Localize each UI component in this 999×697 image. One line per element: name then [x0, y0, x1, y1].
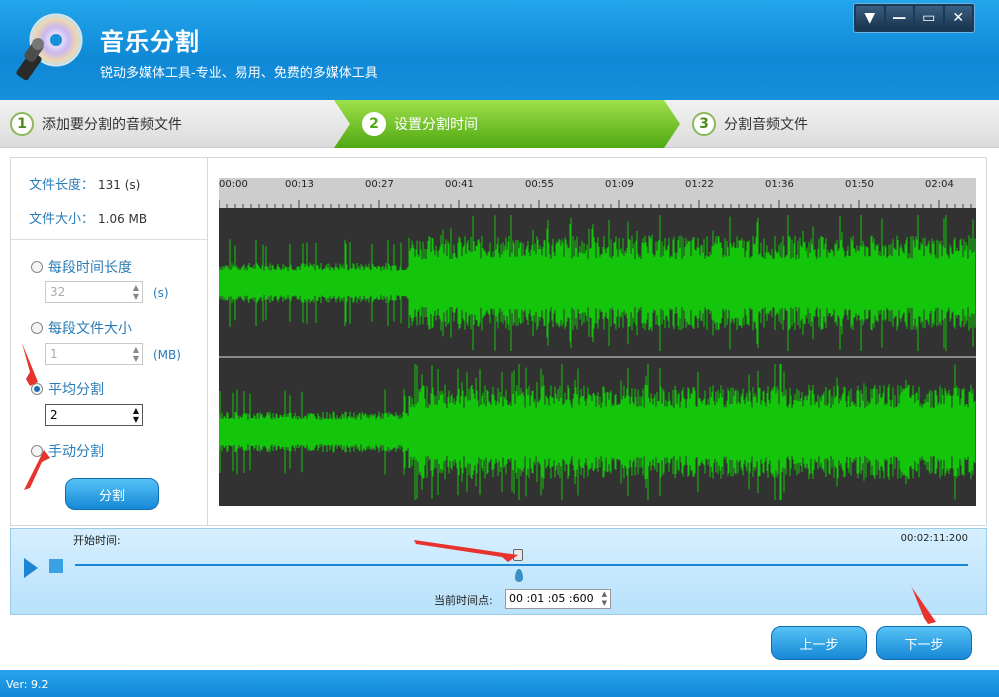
radio-per-time[interactable] [31, 261, 43, 273]
per-size-input[interactable]: 1 ▲ ▼ [45, 343, 143, 365]
file-info: 文件长度： 131 (s) 文件大小： 1.06 MB [11, 158, 207, 240]
step-set-split-time[interactable]: 2 设置分割时间 [334, 100, 680, 148]
total-time: 00:02:11:200 [900, 533, 968, 544]
file-size-label: 文件大小： [29, 212, 95, 227]
playback-bar: 开始时间: 00:02:11:200 当前时间点: 00 :01 :05 :60… [10, 528, 987, 615]
window-controls: ▼ — ▭ ✕ [853, 3, 975, 33]
option-manual-label: 手动分割 [48, 444, 104, 460]
split-options-panel: 文件长度： 131 (s) 文件大小： 1.06 MB 每段时间长度 32 ▲ ▼ (… [10, 157, 208, 526]
timeline-tick-label: 01:36 [765, 179, 794, 190]
minimize-button[interactable]: — [885, 6, 913, 30]
step-split-audio[interactable]: 3 分割音频文件 [692, 100, 808, 148]
average-count-value: 2 [50, 408, 58, 422]
option-per-time-label: 每段时间长度 [48, 260, 132, 276]
step-add-file[interactable]: 1 添加要分割的音频文件 [10, 100, 182, 148]
music-disc-logo-icon [16, 13, 83, 81]
step-wizard-bar: 1 添加要分割的音频文件 2 设置分割时间 3 分割音频文件 [0, 100, 999, 148]
waveform-panel: 00:00 00:13 00:27 00:41 00:55 01:09 01:22 01:36… [208, 157, 987, 526]
radio-average-split[interactable] [31, 383, 43, 395]
next-step-button[interactable]: 下一步 [876, 626, 972, 660]
step-label: 设置分割时间 [394, 117, 478, 133]
step-number-2: 2 [362, 112, 386, 136]
ruler-ticks [219, 200, 972, 208]
file-size-value: 1.06 MB [98, 212, 148, 226]
radio-per-size[interactable] [31, 322, 43, 334]
audio-waveform[interactable] [219, 208, 976, 506]
current-time-input[interactable]: 00 :01 :05 :600 ▲ ▼ [505, 589, 611, 609]
timeline-tick-label: 00:13 [285, 179, 314, 190]
option-per-time[interactable]: 每段时间长度 [31, 257, 132, 277]
waveform-channel-1 [219, 215, 976, 351]
per-time-value: 32 [50, 285, 66, 299]
step-number-1: 1 [10, 112, 34, 136]
play-icon[interactable] [24, 558, 38, 578]
timeline-tick-label: 00:55 [525, 179, 554, 190]
option-per-size-label: 每段文件大小 [48, 321, 132, 337]
file-length-value: 131 (s) [98, 178, 141, 192]
seek-thumb[interactable] [513, 549, 523, 561]
close-button[interactable]: ✕ [944, 6, 972, 30]
option-average-split[interactable]: 平均分割 [31, 379, 104, 399]
menu-dropdown-button[interactable]: ▼ [856, 6, 884, 30]
timeline-tick-label: 00:41 [445, 179, 474, 190]
prev-step-button[interactable]: 上一步 [771, 626, 867, 660]
file-length-label: 文件长度： [29, 178, 95, 193]
current-time-value: 00 :01 :05 :600 [509, 592, 594, 605]
timeline-ruler[interactable]: 00:00 00:13 00:27 00:41 00:55 01:09 01:22 01:36… [219, 178, 976, 208]
current-time-label: 当前时间点: [434, 594, 493, 607]
spinner-arrows-icon[interactable]: ▲ ▼ [133, 406, 139, 424]
option-manual-split[interactable]: 手动分割 [31, 441, 104, 461]
timeline-tick-label: 00:27 [365, 179, 394, 190]
waveform-channel-2 [219, 364, 976, 500]
version-label: Ver: 9.2 [6, 678, 49, 691]
file-length-row: 文件长度： 131 (s) [29, 174, 140, 193]
timeline-tick-label: 02:04 [925, 179, 954, 190]
radio-manual-split[interactable] [31, 445, 43, 457]
file-size-row: 文件大小： 1.06 MB [29, 208, 147, 227]
per-size-unit: (MB) [153, 348, 181, 362]
per-time-unit: (s) [153, 286, 169, 300]
app-subtitle: 锐动多媒体工具-专业、易用、免费的多媒体工具 [100, 66, 378, 81]
app-title: 音乐分割 [100, 28, 200, 56]
maximize-button[interactable]: ▭ [915, 6, 943, 30]
step-number-3: 3 [692, 112, 716, 136]
timeline-tick-label: 01:09 [605, 179, 634, 190]
status-bar: Ver: 9.2 [0, 670, 999, 697]
spinner-arrows-icon[interactable]: ▲ ▼ [133, 345, 139, 363]
per-time-input[interactable]: 32 ▲ ▼ [45, 281, 143, 303]
split-marker-icon[interactable] [515, 569, 523, 582]
split-button[interactable]: 分割 [65, 478, 159, 510]
average-count-input[interactable]: 2 ▲ ▼ [45, 404, 143, 426]
step-label: 添加要分割的音频文件 [42, 117, 182, 133]
option-average-label: 平均分割 [48, 382, 104, 398]
seek-track[interactable] [75, 564, 968, 566]
timeline-tick-label: 01:22 [685, 179, 714, 190]
title-bar: 音乐分割 锐动多媒体工具-专业、易用、免费的多媒体工具 ▼ — ▭ ✕ [0, 0, 999, 100]
timeline-tick-label: 00:00 [219, 179, 248, 190]
spinner-arrows-icon[interactable]: ▲ ▼ [602, 590, 607, 608]
step-label: 分割音频文件 [724, 117, 808, 133]
timeline-tick-label: 01:50 [845, 179, 874, 190]
stop-icon[interactable] [49, 559, 63, 573]
start-time-label: 开始时间: [73, 534, 121, 547]
spinner-arrows-icon[interactable]: ▲ ▼ [133, 283, 139, 301]
option-per-size[interactable]: 每段文件大小 [31, 318, 132, 338]
per-size-value: 1 [50, 347, 58, 361]
